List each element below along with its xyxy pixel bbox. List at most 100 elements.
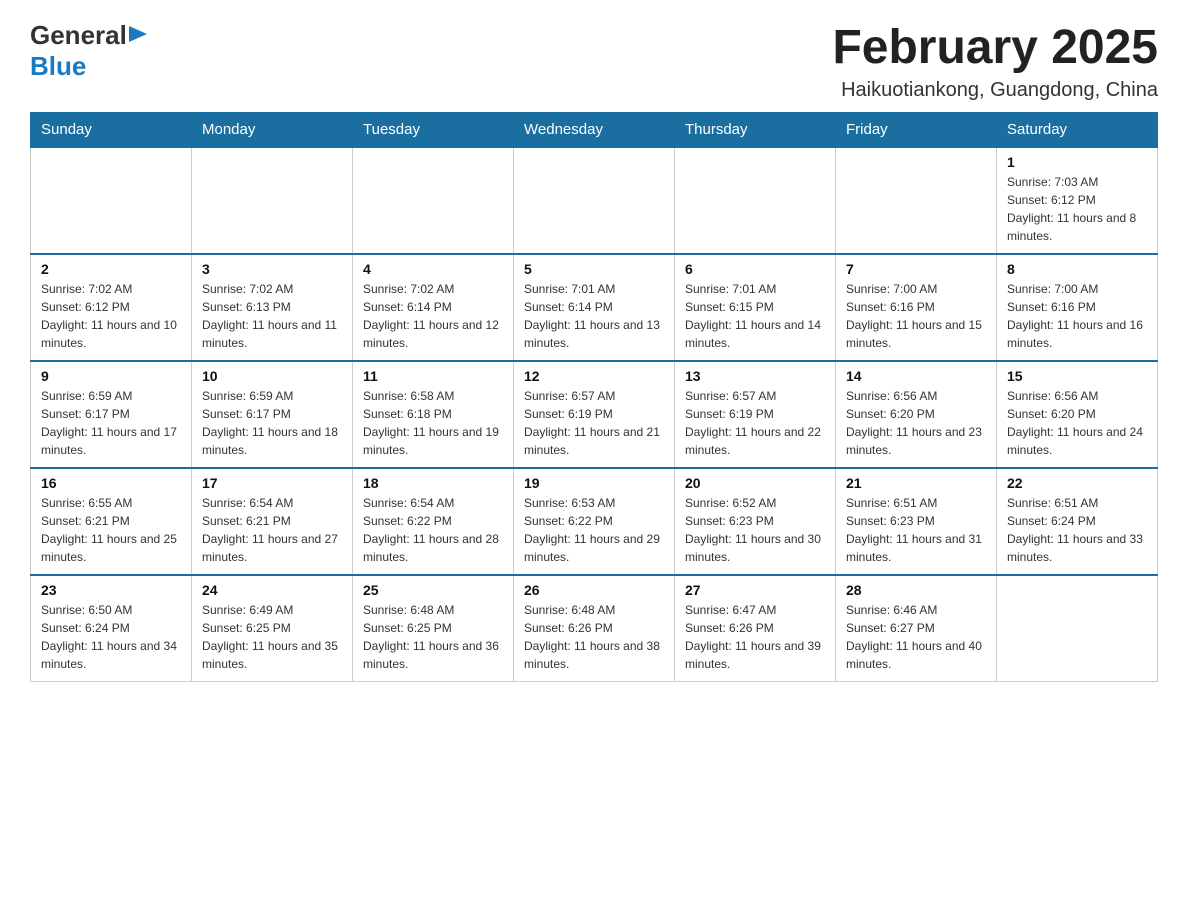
day-number: 16: [41, 475, 181, 491]
day-info: Sunrise: 6:56 AMSunset: 6:20 PMDaylight:…: [1007, 387, 1147, 459]
calendar-cell: 28 Sunrise: 6:46 AMSunset: 6:27 PMDayligh…: [836, 575, 997, 682]
day-info: Sunrise: 6:57 AMSunset: 6:19 PMDaylight:…: [685, 387, 825, 459]
week-row-5: 23 Sunrise: 6:50 AMSunset: 6:24 PMDayligh…: [31, 575, 1158, 682]
calendar-cell: 16 Sunrise: 6:55 AMSunset: 6:21 PMDayligh…: [31, 468, 192, 575]
calendar-cell: 15 Sunrise: 6:56 AMSunset: 6:20 PMDayligh…: [997, 361, 1158, 468]
day-number: 23: [41, 582, 181, 598]
day-number: 26: [524, 582, 664, 598]
calendar-cell: 6 Sunrise: 7:01 AMSunset: 6:15 PMDaylight…: [675, 254, 836, 361]
calendar-cell: 24Sunrise: 6:49 AMSunset: 6:25 PMDayligh…: [192, 575, 353, 682]
day-info: Sunrise: 7:02 AMSunset: 6:14 PMDaylight:…: [363, 280, 503, 352]
calendar-cell: 21Sunrise: 6:51 AMSunset: 6:23 PMDayligh…: [836, 468, 997, 575]
day-number: 6: [685, 261, 825, 277]
day-info: Sunrise: 6:51 AMSunset: 6:24 PMDaylight:…: [1007, 494, 1147, 566]
calendar-cell: 4 Sunrise: 7:02 AMSunset: 6:14 PMDaylight…: [353, 254, 514, 361]
week-row-3: 9 Sunrise: 6:59 AMSunset: 6:17 PMDaylight…: [31, 361, 1158, 468]
day-number: 2: [41, 261, 181, 277]
calendar-cell: [675, 147, 836, 254]
column-header-friday: Friday: [836, 113, 997, 148]
day-number: 17: [202, 475, 342, 491]
calendar-cell: 20Sunrise: 6:52 AMSunset: 6:23 PMDayligh…: [675, 468, 836, 575]
calendar-cell: 7 Sunrise: 7:00 AMSunset: 6:16 PMDaylight…: [836, 254, 997, 361]
day-info: Sunrise: 6:54 AMSunset: 6:21 PMDaylight:…: [202, 494, 342, 566]
logo-blue-text: Blue: [30, 51, 86, 82]
day-number: 18: [363, 475, 503, 491]
day-number: 19: [524, 475, 664, 491]
day-number: 27: [685, 582, 825, 598]
day-info: Sunrise: 7:00 AMSunset: 6:16 PMDaylight:…: [846, 280, 986, 352]
day-info: Sunrise: 6:48 AMSunset: 6:25 PMDaylight:…: [363, 601, 503, 673]
day-info: Sunrise: 6:59 AMSunset: 6:17 PMDaylight:…: [41, 387, 181, 459]
day-number: 7: [846, 261, 986, 277]
calendar-cell: 1 Sunrise: 7:03 AMSunset: 6:12 PMDaylight…: [997, 147, 1158, 254]
day-info: Sunrise: 6:48 AMSunset: 6:26 PMDaylight:…: [524, 601, 664, 673]
day-number: 20: [685, 475, 825, 491]
day-number: 13: [685, 368, 825, 384]
day-info: Sunrise: 6:58 AMSunset: 6:18 PMDaylight:…: [363, 387, 503, 459]
day-number: 11: [363, 368, 503, 384]
logo: General Blue: [30, 20, 147, 82]
subtitle: Haikuotiankong, Guangdong, China: [832, 79, 1158, 102]
calendar-cell: [997, 575, 1158, 682]
day-info: Sunrise: 7:02 AMSunset: 6:13 PMDaylight:…: [202, 280, 342, 352]
day-number: 5: [524, 261, 664, 277]
day-number: 22: [1007, 475, 1147, 491]
calendar-cell: 17 Sunrise: 6:54 AMSunset: 6:21 PMDayligh…: [192, 468, 353, 575]
day-info: Sunrise: 6:56 AMSunset: 6:20 PMDaylight:…: [846, 387, 986, 459]
calendar-cell: 19 Sunrise: 6:53 AMSunset: 6:22 PMDayligh…: [514, 468, 675, 575]
day-number: 14: [846, 368, 986, 384]
calendar-cell: 22 Sunrise: 6:51 AMSunset: 6:24 PMDayligh…: [997, 468, 1158, 575]
column-header-monday: Monday: [192, 113, 353, 148]
day-number: 28: [846, 582, 986, 598]
day-info: Sunrise: 6:59 AMSunset: 6:17 PMDaylight:…: [202, 387, 342, 459]
day-number: 24: [202, 582, 342, 598]
calendar-cell: 23 Sunrise: 6:50 AMSunset: 6:24 PMDayligh…: [31, 575, 192, 682]
day-info: Sunrise: 6:57 AMSunset: 6:19 PMDaylight:…: [524, 387, 664, 459]
calendar-cell: 27 Sunrise: 6:47 AMSunset: 6:26 PMDayligh…: [675, 575, 836, 682]
calendar-cell: [353, 147, 514, 254]
day-info: Sunrise: 7:01 AMSunset: 6:15 PMDaylight:…: [685, 280, 825, 352]
week-row-2: 2 Sunrise: 7:02 AMSunset: 6:12 PMDaylight…: [31, 254, 1158, 361]
calendar-cell: 25 Sunrise: 6:48 AMSunset: 6:25 PMDayligh…: [353, 575, 514, 682]
day-number: 1: [1007, 154, 1147, 170]
calendar-cell: [836, 147, 997, 254]
day-info: Sunrise: 7:01 AMSunset: 6:14 PMDaylight:…: [524, 280, 664, 352]
day-info: Sunrise: 7:00 AMSunset: 6:16 PMDaylight:…: [1007, 280, 1147, 352]
day-number: 8: [1007, 261, 1147, 277]
calendar-cell: 9 Sunrise: 6:59 AMSunset: 6:17 PMDaylight…: [31, 361, 192, 468]
calendar-cell: 11 Sunrise: 6:58 AMSunset: 6:18 PMDayligh…: [353, 361, 514, 468]
day-number: 21: [846, 475, 986, 491]
day-number: 9: [41, 368, 181, 384]
day-info: Sunrise: 7:02 AMSunset: 6:12 PMDaylight:…: [41, 280, 181, 352]
column-header-thursday: Thursday: [675, 113, 836, 148]
day-info: Sunrise: 6:47 AMSunset: 6:26 PMDaylight:…: [685, 601, 825, 673]
day-number: 25: [363, 582, 503, 598]
calendar-cell: 3Sunrise: 7:02 AMSunset: 6:13 PMDaylight…: [192, 254, 353, 361]
title-area: February 2025 Haikuotiankong, Guangdong,…: [832, 20, 1158, 102]
day-number: 12: [524, 368, 664, 384]
column-header-wednesday: Wednesday: [514, 113, 675, 148]
logo-general-text: General: [30, 20, 127, 51]
week-row-4: 16 Sunrise: 6:55 AMSunset: 6:21 PMDayligh…: [31, 468, 1158, 575]
day-info: Sunrise: 6:46 AMSunset: 6:27 PMDaylight:…: [846, 601, 986, 673]
calendar-cell: 12 Sunrise: 6:57 AMSunset: 6:19 PMDayligh…: [514, 361, 675, 468]
day-info: Sunrise: 6:53 AMSunset: 6:22 PMDaylight:…: [524, 494, 664, 566]
calendar-cell: 8 Sunrise: 7:00 AMSunset: 6:16 PMDaylight…: [997, 254, 1158, 361]
calendar-cell: 5 Sunrise: 7:01 AMSunset: 6:14 PMDaylight…: [514, 254, 675, 361]
calendar-cell: [31, 147, 192, 254]
calendar-cell: 18Sunrise: 6:54 AMSunset: 6:22 PMDayligh…: [353, 468, 514, 575]
calendar-header-row: SundayMondayTuesdayWednesdayThursdayFrid…: [31, 113, 1158, 148]
day-number: 4: [363, 261, 503, 277]
calendar-cell: [514, 147, 675, 254]
day-number: 10: [202, 368, 342, 384]
day-info: Sunrise: 6:55 AMSunset: 6:21 PMDaylight:…: [41, 494, 181, 566]
column-header-saturday: Saturday: [997, 113, 1158, 148]
column-header-tuesday: Tuesday: [353, 113, 514, 148]
calendar-cell: 13 Sunrise: 6:57 AMSunset: 6:19 PMDayligh…: [675, 361, 836, 468]
day-info: Sunrise: 7:03 AMSunset: 6:12 PMDaylight:…: [1007, 173, 1147, 245]
day-info: Sunrise: 6:50 AMSunset: 6:24 PMDaylight:…: [41, 601, 181, 673]
day-number: 15: [1007, 368, 1147, 384]
calendar-table: SundayMondayTuesdayWednesdayThursdayFrid…: [30, 112, 1158, 682]
calendar-cell: 2 Sunrise: 7:02 AMSunset: 6:12 PMDaylight…: [31, 254, 192, 361]
week-row-1: 1 Sunrise: 7:03 AMSunset: 6:12 PMDaylight…: [31, 147, 1158, 254]
